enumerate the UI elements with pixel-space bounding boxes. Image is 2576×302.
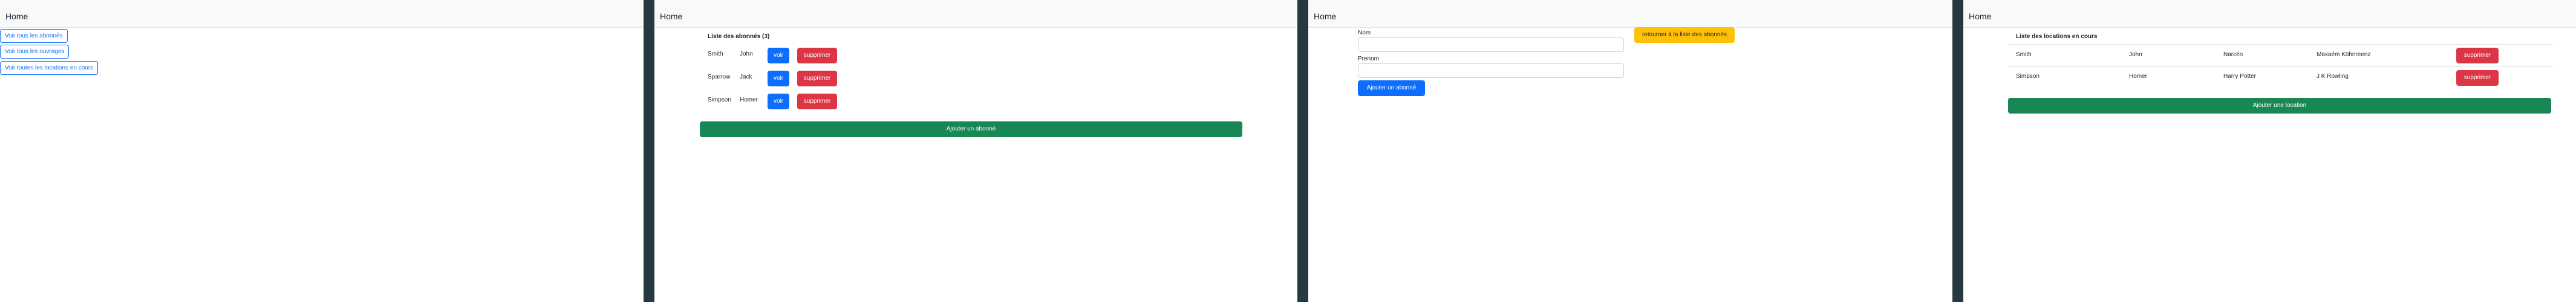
navbar: Home [654,0,1297,28]
delete-subscriber-button[interactable]: supprimer [797,71,837,86]
panel-divider [1297,0,1308,302]
rental-first-name: John [2129,51,2142,58]
name-label: Nom [1358,30,1371,36]
view-subscriber-button[interactable]: voir [768,48,789,63]
view-subscriber-button[interactable]: voir [768,71,789,86]
screenshot-collage: Home Voir tous les abonnés Voir tous les… [0,0,2576,302]
home-panel: Home Voir tous les abonnés Voir tous les… [0,0,644,302]
back-to-list-button[interactable]: retourner à la liste des abonnés [1634,27,1735,43]
view-subscribers-button[interactable]: Voir tous les abonnés [0,29,68,43]
delete-subscriber-button[interactable]: supprimer [797,94,837,109]
panel-divider [644,0,654,302]
subscriber-first-name: Jack [740,74,752,80]
add-subscriber-button[interactable]: Ajouter un abonné [700,121,1242,137]
rentals-title: Liste des locations en cours [2016,33,2098,40]
delete-rental-button[interactable]: supprimer [2456,70,2499,86]
navbar-brand[interactable]: Home [660,11,682,21]
firstname-label: Prenom [1358,56,1380,62]
name-field[interactable] [1358,37,1624,52]
subscribers-panel: Home Liste des abonnés (3) Smith John vo… [654,0,1297,302]
navbar-brand[interactable]: Home [1969,11,1991,21]
add-subscriber-panel: Home Nom Prenom Ajouter un abonné retour… [1308,0,1952,302]
navbar-brand[interactable]: Home [5,11,28,21]
submit-subscriber-button[interactable]: Ajouter un abonné [1358,80,1425,96]
firstname-field[interactable] [1358,63,1624,78]
rentals-panel: Home Liste des locations en cours Smith … [1963,0,2576,302]
rental-last-name: Simpson [2016,73,2040,80]
view-books-button[interactable]: Voir tous les ouvrages [0,45,70,59]
table-divider [2008,66,2552,67]
panel-divider [1952,0,1963,302]
navbar: Home [0,0,644,28]
rental-first-name: Homer [2129,73,2148,80]
navbar: Home [1308,0,1952,28]
delete-subscriber-button[interactable]: supprimer [797,48,837,63]
rental-author: Narcéo [2223,51,2243,58]
rental-book: Maxaém Kühnreenz [2317,51,2371,58]
subscriber-first-name: John [740,51,753,57]
rental-book: J K Rowling [2317,73,2349,80]
navbar-brand[interactable]: Home [1314,11,1336,21]
table-divider [2008,44,2552,45]
subscribers-title: Liste des abonnés (3) [708,33,770,40]
rental-author: Harry Potter [2223,73,2256,80]
delete-rental-button[interactable]: supprimer [2456,48,2499,63]
rental-last-name: Smith [2016,51,2032,58]
navbar: Home [1963,0,2576,28]
subscriber-first-name: Homer [740,97,758,103]
subscriber-last-name: Smith [708,51,723,57]
view-subscriber-button[interactable]: voir [768,94,789,109]
add-rental-button[interactable]: Ajouter une location [2008,98,2551,114]
subscriber-last-name: Sparrow [708,74,731,80]
view-rentals-button[interactable]: Voir toutes les locations en cours [0,61,99,75]
subscriber-last-name: Simpson [708,97,731,103]
